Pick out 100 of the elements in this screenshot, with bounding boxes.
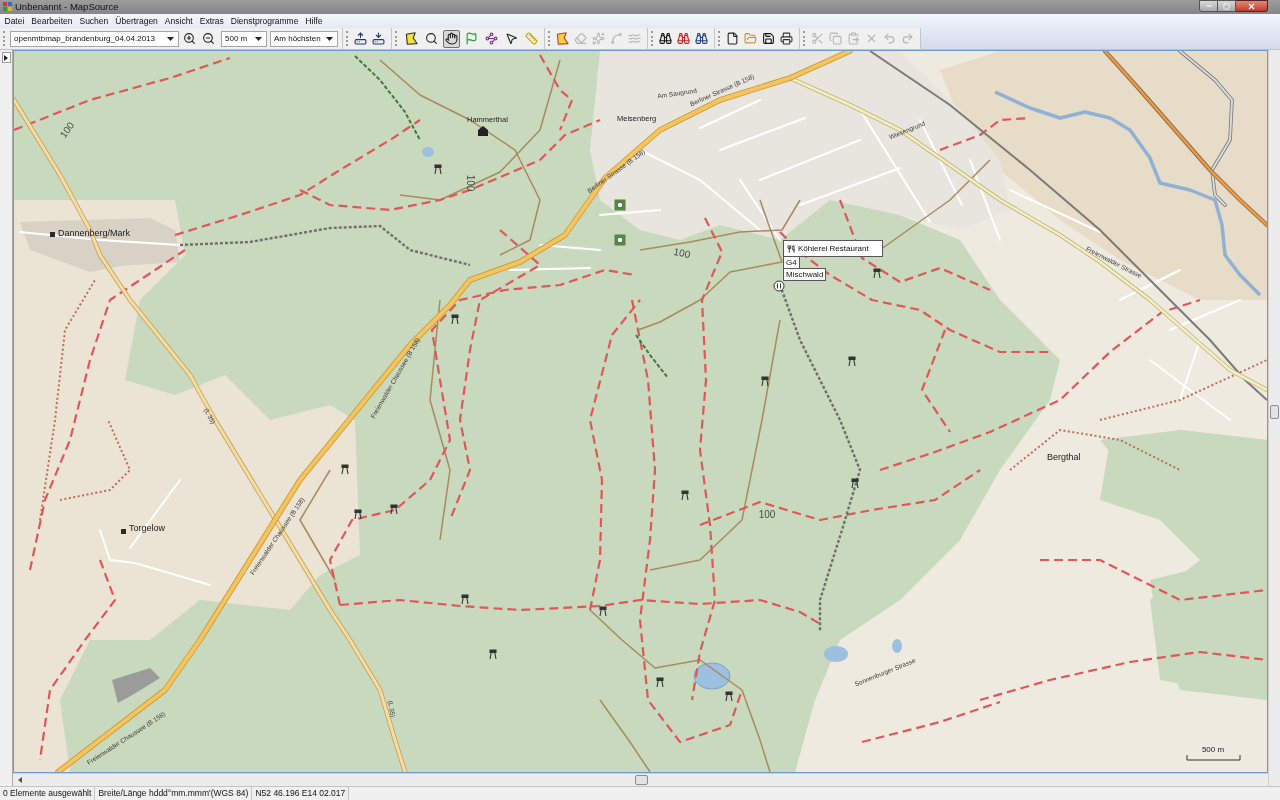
polygon-icon [405, 32, 418, 45]
maximize-button[interactable] [1218, 0, 1236, 12]
horizontal-scrollbar[interactable] [13, 773, 1268, 786]
scale-bar [1186, 754, 1241, 761]
map-select-button[interactable] [554, 29, 571, 48]
maximize-icon [1223, 2, 1230, 10]
contour-label: 100 [57, 120, 77, 140]
place-label: Torgelow [129, 523, 166, 533]
tower-icon [761, 376, 769, 387]
save-icon [762, 32, 775, 45]
house-icon [478, 126, 488, 136]
fork-knife-icon [787, 244, 795, 253]
select-area-tool-button[interactable] [403, 29, 420, 48]
ball-field-icon [614, 199, 626, 211]
magnifier-icon [425, 32, 438, 45]
menu-item[interactable]: Hilfe [301, 15, 326, 27]
hand-icon [445, 32, 458, 45]
scale-label: 500 m [1201, 745, 1225, 754]
menu-item[interactable]: Datei [1, 15, 28, 27]
flag-icon [465, 32, 478, 45]
tower-icon [434, 164, 442, 175]
minimize-icon [1204, 2, 1213, 10]
contour-label: 100 [672, 245, 692, 261]
print-button[interactable] [778, 29, 795, 48]
contour-label: 100 [758, 508, 776, 520]
expand-panel-button[interactable] [1, 52, 11, 63]
menu-item[interactable]: Ansicht [161, 15, 197, 27]
undo-icon [883, 32, 896, 45]
caret-icon [326, 36, 333, 41]
poi-detail-label: Mischwald [783, 268, 827, 281]
menu-item[interactable]: Dienstprogramme [227, 15, 302, 27]
binoculars-icon [677, 32, 690, 45]
curve-icon [610, 32, 623, 45]
send-to-device-button[interactable] [352, 29, 369, 48]
tower-icon [681, 490, 689, 501]
menu-item[interactable]: Übertragen [111, 15, 162, 27]
zoom-out-icon [202, 32, 215, 45]
tower-icon [461, 594, 469, 605]
quarry-area [112, 668, 160, 703]
vertical-scrollbar[interactable] [1268, 50, 1280, 786]
tower-icon [354, 509, 362, 520]
menu-item[interactable]: Bearbeiten [27, 15, 76, 27]
town-marker-icon [50, 232, 55, 237]
scroll-thumb[interactable] [1270, 405, 1279, 419]
town-marker-icon [121, 529, 126, 534]
caret-icon [255, 36, 262, 41]
drive-download-icon [372, 32, 385, 45]
route-tool-button[interactable] [483, 29, 500, 48]
expand-arrow-icon [4, 54, 8, 61]
tower-icon [341, 464, 349, 475]
app-icon [3, 2, 12, 11]
binoculars-icon [695, 32, 708, 45]
pentagon-icon [556, 32, 569, 45]
map-product-dropdown[interactable]: openmtbmap_brandenburg_04.04.2013 [10, 30, 179, 47]
status-text: N52 46.196 E14 02.017 [252, 787, 350, 800]
clipboard-icon [847, 32, 860, 45]
redo-icon [901, 32, 914, 45]
menu-item[interactable]: Suchen [75, 15, 112, 27]
zoom-in-icon [183, 32, 196, 45]
folder-open-icon [744, 32, 757, 45]
binoculars-icon [659, 32, 672, 45]
waves-icon [628, 32, 641, 45]
copy-icon [829, 32, 842, 45]
lake [693, 662, 731, 690]
place-label: Bergthal [1047, 452, 1081, 462]
tower-icon [725, 691, 733, 702]
hand-tool-button[interactable] [443, 29, 460, 48]
lake [824, 646, 848, 662]
tower-icon [451, 314, 459, 325]
status-text: 0 Elemente ausgewählt [0, 787, 96, 800]
close-button[interactable] [1236, 0, 1268, 12]
detail-level-dropdown[interactable]: Am höchsten [270, 30, 338, 47]
tower-icon [599, 606, 607, 617]
scissors-icon [811, 32, 824, 45]
scroll-left-arrow-icon [18, 777, 22, 783]
zoom-scale-dropdown[interactable]: 500 m [221, 30, 267, 47]
status-text: Breite/Länge hddd°mm.mmm'(WGS 84) [95, 787, 253, 800]
receive-from-device-button[interactable] [370, 29, 387, 48]
restaurant-marker-icon [773, 280, 785, 292]
window-title: Unbenannt - MapSource [15, 1, 119, 13]
lake [892, 639, 902, 653]
caret-icon [167, 36, 174, 41]
lake [422, 147, 434, 157]
street-line [1169, 299, 1241, 331]
place-label: Dannenberg/Mark [58, 228, 131, 238]
menu-item[interactable]: Extras [196, 15, 228, 27]
tower-icon [848, 356, 856, 367]
street-line [539, 244, 601, 251]
document-icon [726, 32, 739, 45]
tower-icon [656, 677, 664, 688]
tower-icon [390, 504, 398, 515]
sparkles-icon [592, 32, 605, 45]
waypoints-icon [485, 32, 498, 45]
pointer-icon [505, 32, 518, 45]
dashed-track [635, 334, 669, 379]
tower-icon [873, 268, 881, 279]
scroll-thumb[interactable] [635, 775, 648, 785]
minimize-button[interactable] [1199, 0, 1218, 12]
ruler-icon [525, 32, 538, 45]
cross-icon [865, 32, 878, 45]
